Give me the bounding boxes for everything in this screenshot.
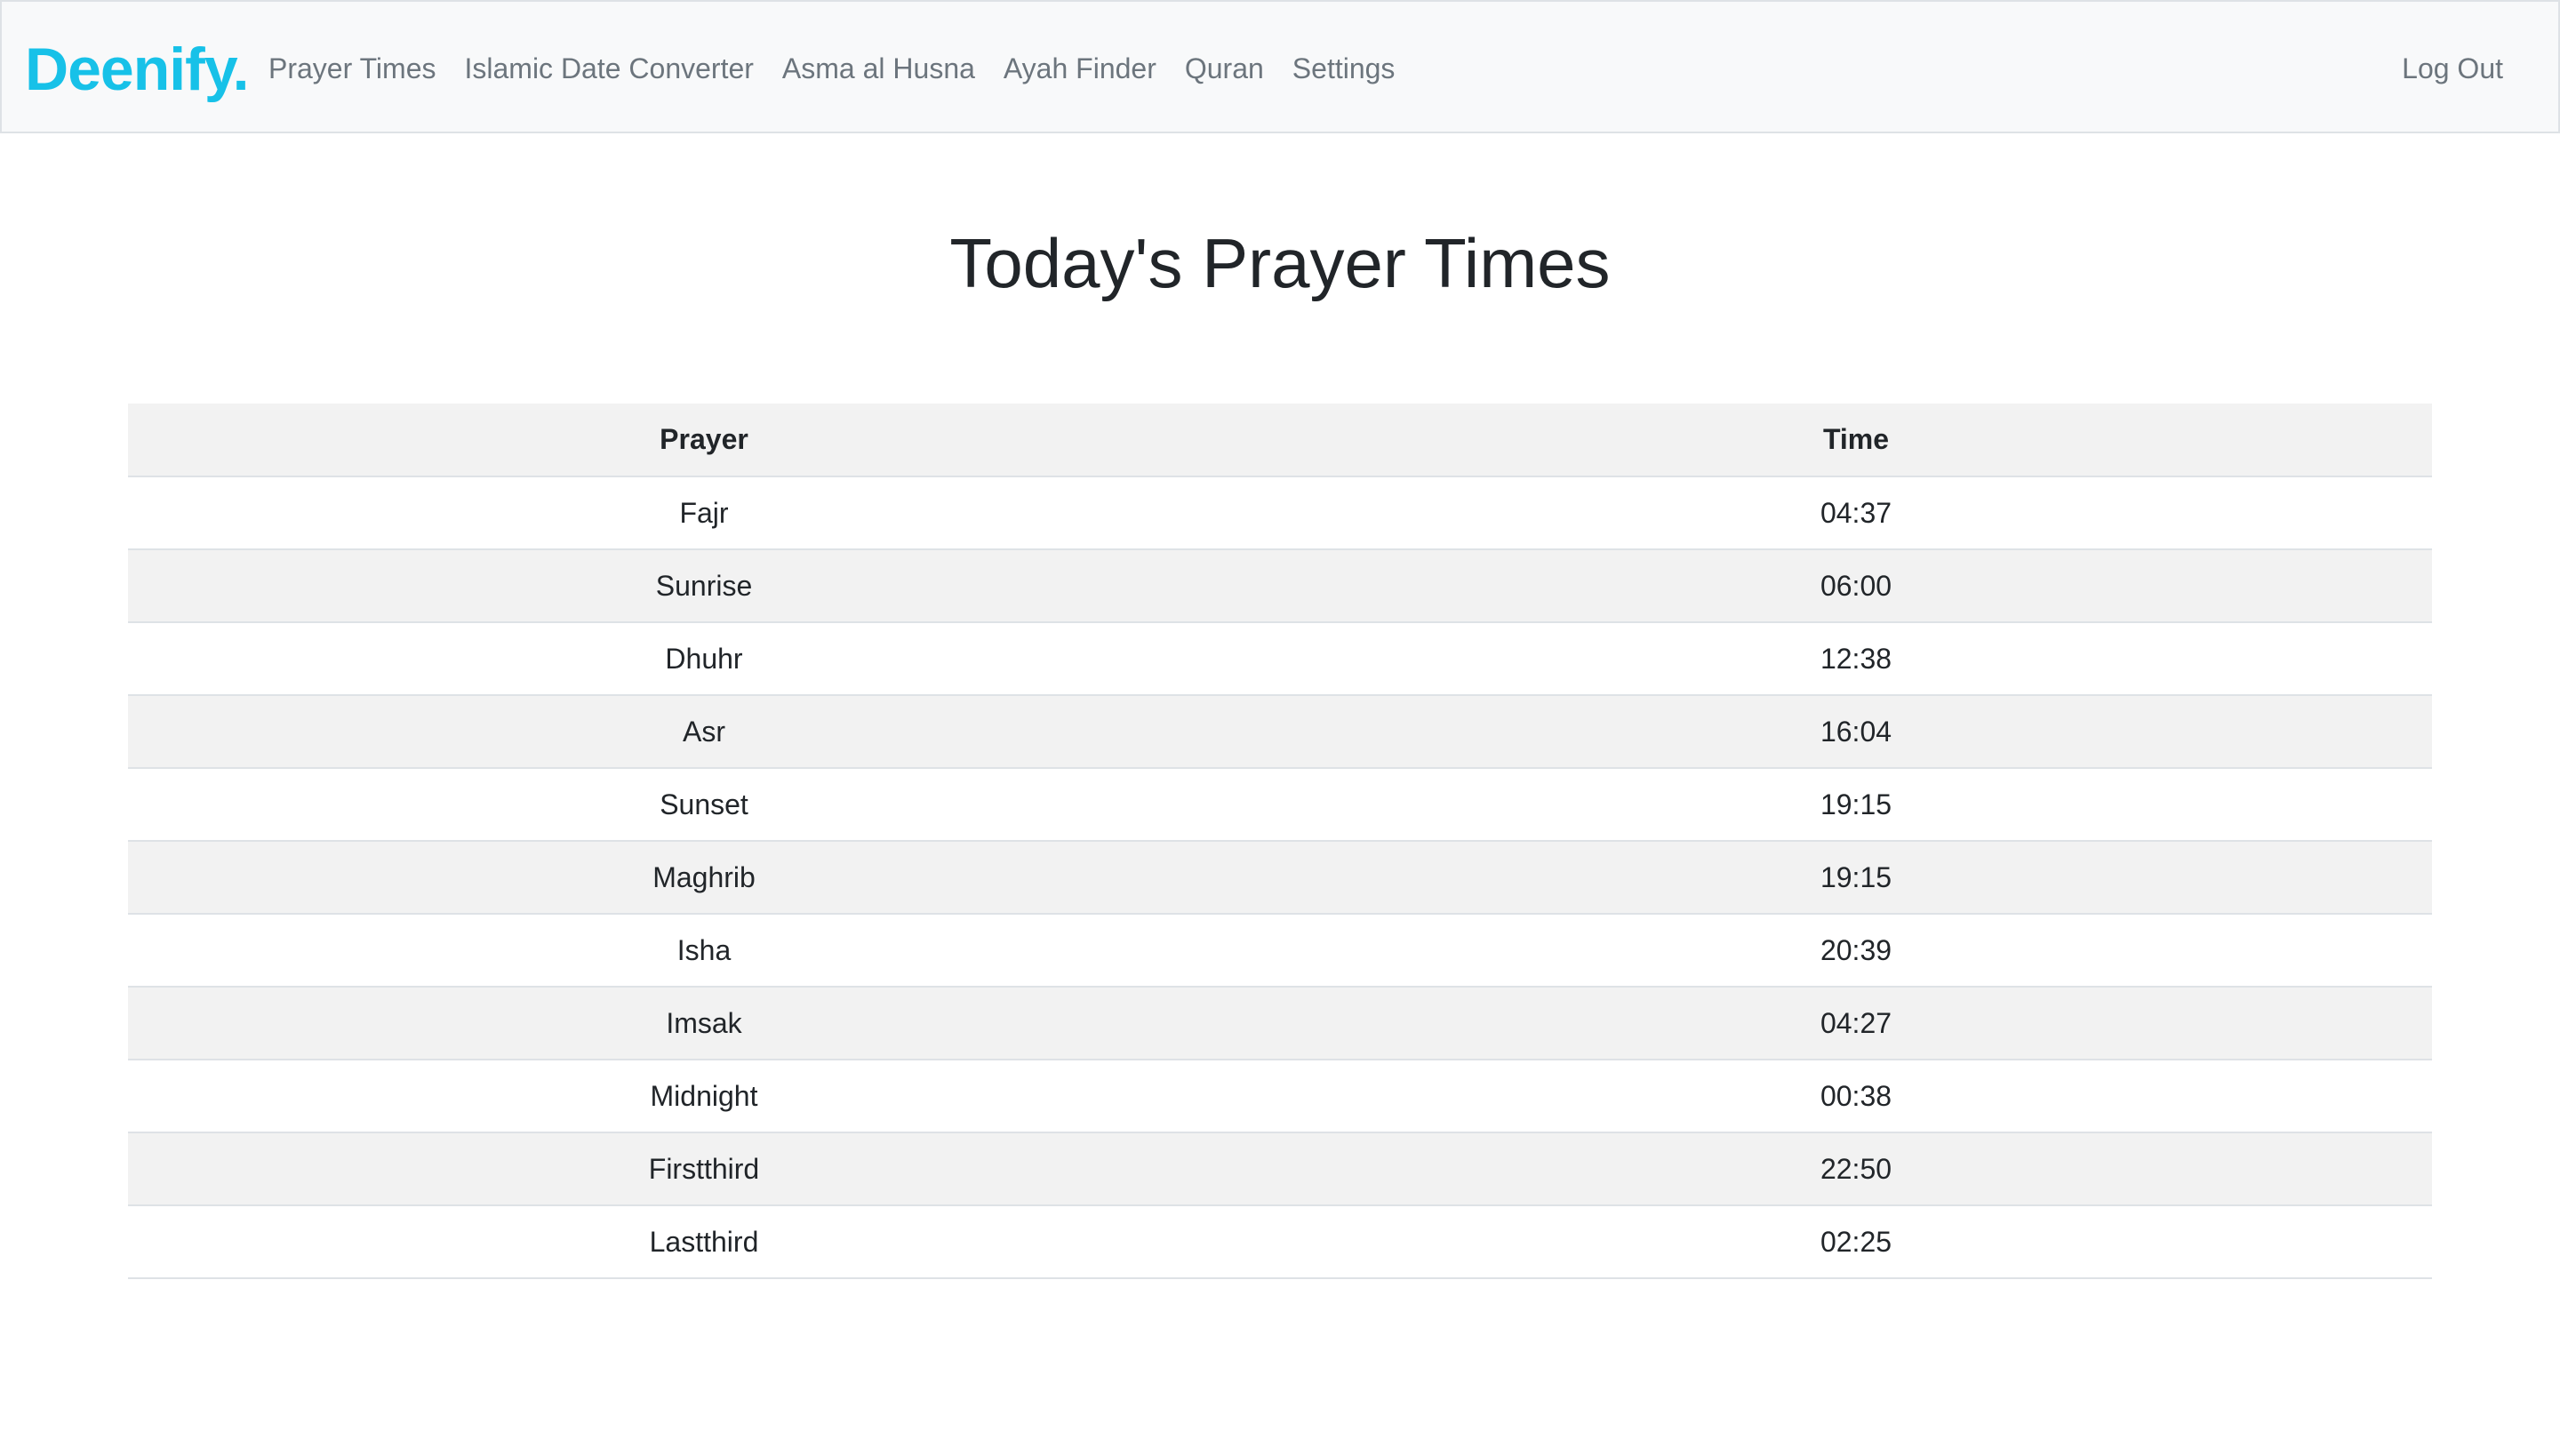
prayer-time-cell: 19:15 — [1280, 768, 2432, 842]
logout-link[interactable]: Log Out — [2402, 2, 2503, 135]
prayer-time-cell: 22:50 — [1280, 1132, 2432, 1206]
table-row: Sunrise 06:00 — [128, 549, 2432, 623]
prayer-time-cell: 06:00 — [1280, 549, 2432, 623]
prayer-name-cell: Fajr — [128, 476, 1280, 550]
column-header-prayer: Prayer — [128, 404, 1280, 477]
nav-link-prayer-times[interactable]: Prayer Times — [268, 51, 436, 86]
prayer-time-cell: 19:15 — [1280, 841, 2432, 915]
prayer-time-cell: 04:37 — [1280, 476, 2432, 550]
prayer-time-cell: 20:39 — [1280, 914, 2432, 988]
nav-links: Prayer Times Islamic Date Converter Asma… — [268, 2, 1423, 135]
table-row: Sunset 19:15 — [128, 768, 2432, 842]
nav-link-ayah-finder[interactable]: Ayah Finder — [1004, 51, 1156, 86]
table-header-row: Prayer Time — [128, 404, 2432, 477]
prayer-time-cell: 16:04 — [1280, 695, 2432, 769]
table-row: Imsak 04:27 — [128, 987, 2432, 1060]
page-title: Today's Prayer Times — [949, 224, 1611, 302]
prayer-time-cell: 00:38 — [1280, 1060, 2432, 1133]
nav-link-islamic-date-converter[interactable]: Islamic Date Converter — [464, 51, 753, 86]
prayer-times-table: Prayer Time Fajr 04:37 Sunrise 06:00 Dhu… — [128, 404, 2432, 1279]
brand-logo[interactable]: Deenify. — [25, 34, 249, 105]
navbar: Deenify. Prayer Times Islamic Date Conve… — [0, 0, 2560, 133]
column-header-time: Time — [1280, 404, 2432, 477]
prayer-name-cell: Imsak — [128, 987, 1280, 1060]
table-row: Isha 20:39 — [128, 914, 2432, 988]
prayer-name-cell: Firstthird — [128, 1132, 1280, 1206]
prayer-name-cell: Midnight — [128, 1060, 1280, 1133]
prayer-time-cell: 04:27 — [1280, 987, 2432, 1060]
prayer-name-cell: Maghrib — [128, 841, 1280, 915]
table-row: Fajr 04:37 — [128, 476, 2432, 550]
prayer-time-cell: 12:38 — [1280, 622, 2432, 696]
table-row: Lastthird 02:25 — [128, 1205, 2432, 1279]
prayer-times-table-container: Prayer Time Fajr 04:37 Sunrise 06:00 Dhu… — [128, 404, 2432, 1279]
prayer-name-cell: Asr — [128, 695, 1280, 769]
prayer-name-cell: Isha — [128, 914, 1280, 988]
table-row: Dhuhr 12:38 — [128, 622, 2432, 696]
prayer-name-cell: Sunset — [128, 768, 1280, 842]
nav-link-settings[interactable]: Settings — [1292, 51, 1396, 86]
table-body: Fajr 04:37 Sunrise 06:00 Dhuhr 12:38 Asr… — [128, 476, 2432, 1279]
prayer-name-cell: Lastthird — [128, 1205, 1280, 1279]
nav-link-quran[interactable]: Quran — [1185, 51, 1264, 86]
nav-link-asma-al-husna[interactable]: Asma al Husna — [782, 51, 975, 86]
table-row: Midnight 00:38 — [128, 1060, 2432, 1133]
prayer-name-cell: Dhuhr — [128, 622, 1280, 696]
prayer-name-cell: Sunrise — [128, 549, 1280, 623]
table-row: Firstthird 22:50 — [128, 1132, 2432, 1206]
prayer-time-cell: 02:25 — [1280, 1205, 2432, 1279]
table-row: Asr 16:04 — [128, 695, 2432, 769]
table-row: Maghrib 19:15 — [128, 841, 2432, 915]
